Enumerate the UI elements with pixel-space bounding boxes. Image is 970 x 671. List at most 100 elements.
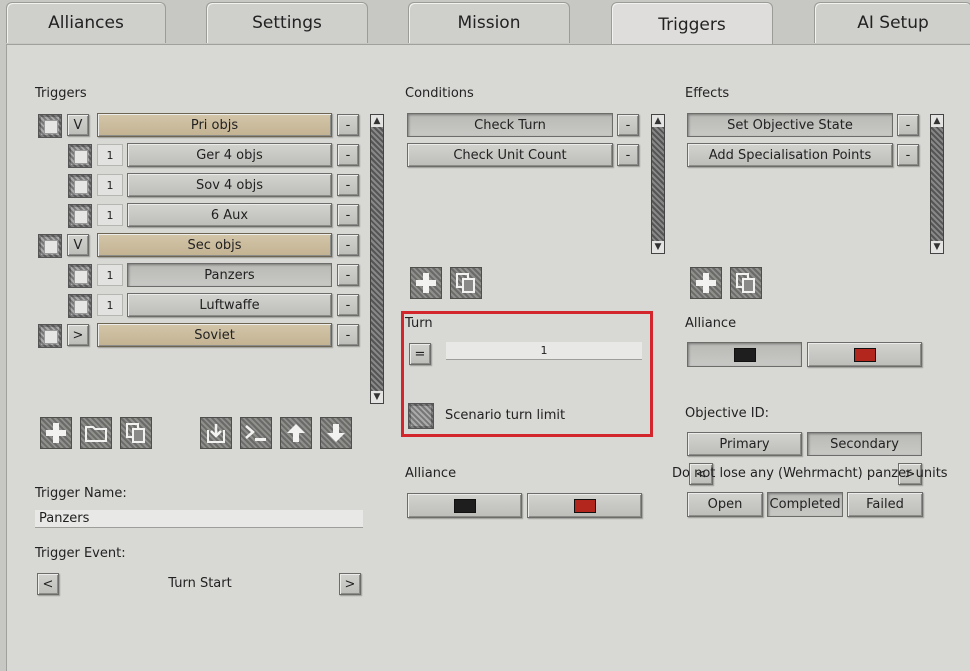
trigger-row[interactable]: Luftwaffe <box>127 293 332 317</box>
copy-trigger-button[interactable] <box>120 417 152 449</box>
trigger-row-label: Luftwaffe <box>199 297 260 313</box>
alliance-swatch <box>453 498 476 513</box>
condition-remove-label: - <box>625 147 631 163</box>
effect-item[interactable]: Add Specialisation Points <box>687 143 893 167</box>
move-down-button[interactable] <box>320 417 352 449</box>
trigger-name-field[interactable]: Panzers <box>35 510 363 528</box>
trigger-checkbox[interactable] <box>68 144 92 168</box>
triggers-scrollbar[interactable]: ▲ ▼ <box>370 114 384 404</box>
trigger-expand-toggle[interactable]: V <box>67 114 89 136</box>
conditions-scrollbar[interactable]: ▲ ▼ <box>651 114 665 254</box>
trigger-remove-button[interactable]: - <box>337 264 359 286</box>
state-completed-button[interactable]: Completed <box>767 492 843 517</box>
trigger-remove-button[interactable]: - <box>337 234 359 256</box>
trigger-row[interactable]: Soviet <box>97 323 332 347</box>
effect-item-label: Add Specialisation Points <box>708 147 872 163</box>
trigger-row-selected[interactable]: Panzers <box>127 263 332 287</box>
trigger-order-value: 1 <box>106 268 114 282</box>
scroll-up-icon[interactable]: ▲ <box>931 115 943 127</box>
plus-icon <box>696 273 716 293</box>
state-open-label: Open <box>707 497 743 512</box>
effect-item-label: Set Objective State <box>727 117 853 133</box>
effect-remove-button[interactable]: - <box>897 114 919 136</box>
highlight-box <box>401 311 653 437</box>
import-trigger-button[interactable] <box>200 417 232 449</box>
trigger-remove-button[interactable]: - <box>337 294 359 316</box>
trigger-checkbox[interactable] <box>38 234 62 258</box>
trigger-row-label: Soviet <box>194 327 235 343</box>
trigger-order-number: 1 <box>97 144 123 166</box>
trigger-checkbox[interactable] <box>68 294 92 318</box>
trigger-expand-toggle[interactable]: V <box>67 234 89 256</box>
scroll-down-icon[interactable]: ▼ <box>371 391 383 403</box>
trigger-expand-toggle[interactable]: > <box>67 324 89 346</box>
add-effect-button[interactable] <box>690 267 722 299</box>
trigger-checkbox[interactable] <box>68 174 92 198</box>
tab-alliances[interactable]: Alliances <box>6 2 166 43</box>
copy-icon <box>736 273 755 293</box>
trigger-checkbox[interactable] <box>38 114 62 138</box>
condition-item[interactable]: Check Unit Count <box>407 143 613 167</box>
condition-remove-button[interactable]: - <box>617 114 639 136</box>
trigger-row[interactable]: Ger 4 objs <box>127 143 332 167</box>
effects-header: Effects <box>685 86 730 101</box>
add-trigger-button[interactable] <box>40 417 72 449</box>
event-next-button[interactable]: > <box>339 573 361 595</box>
arrow-down-icon <box>327 424 345 442</box>
trigger-row[interactable]: Sec objs <box>97 233 332 257</box>
trigger-row[interactable]: 6 Aux <box>127 203 332 227</box>
effect-alliance-button-red[interactable] <box>807 342 922 367</box>
state-open-button[interactable]: Open <box>687 492 763 517</box>
folder-icon <box>85 426 107 442</box>
add-condition-button[interactable] <box>410 267 442 299</box>
trigger-row[interactable]: Pri objs <box>97 113 332 137</box>
trigger-remove-label: - <box>345 267 351 283</box>
state-completed-label: Completed <box>769 497 841 512</box>
condition-item-selected[interactable]: Check Turn <box>407 113 613 137</box>
alliance-button-black[interactable] <box>407 493 522 518</box>
add-folder-button[interactable] <box>80 417 112 449</box>
condition-remove-button[interactable]: - <box>617 144 639 166</box>
trigger-expand-label: V <box>73 237 83 253</box>
scroll-down-icon[interactable]: ▼ <box>931 241 943 253</box>
trigger-remove-label: - <box>345 177 351 193</box>
event-prev-button[interactable]: < <box>37 573 59 595</box>
effect-remove-button[interactable]: - <box>897 144 919 166</box>
condition-item-label: Check Turn <box>474 117 546 133</box>
effect-item-selected[interactable]: Set Objective State <box>687 113 893 137</box>
scroll-up-icon[interactable]: ▲ <box>371 115 383 127</box>
scroll-up-icon[interactable]: ▲ <box>652 115 664 127</box>
copy-effect-button[interactable] <box>730 267 762 299</box>
tab-mission-label: Mission <box>457 13 521 33</box>
tab-settings[interactable]: Settings <box>206 2 368 43</box>
scroll-down-icon[interactable]: ▼ <box>652 241 664 253</box>
trigger-order-value: 1 <box>106 298 114 312</box>
trigger-remove-button[interactable]: - <box>337 324 359 346</box>
trigger-remove-button[interactable]: - <box>337 144 359 166</box>
tab-ai-setup[interactable]: AI Setup <box>814 2 970 43</box>
copy-condition-button[interactable] <box>450 267 482 299</box>
trigger-row[interactable]: Sov 4 objs <box>127 173 332 197</box>
objective-primary-button[interactable]: Primary <box>687 432 802 456</box>
tab-triggers[interactable]: Triggers <box>611 2 773 47</box>
script-console-button[interactable] <box>240 417 272 449</box>
trigger-checkbox[interactable] <box>68 204 92 228</box>
trigger-remove-button[interactable]: - <box>337 114 359 136</box>
effects-scrollbar[interactable]: ▲ ▼ <box>930 114 944 254</box>
objective-description: Do not lose any (Wehrmacht) panzer units <box>672 466 948 481</box>
move-up-button[interactable] <box>280 417 312 449</box>
state-failed-button[interactable]: Failed <box>847 492 923 517</box>
conditions-header: Conditions <box>405 86 474 101</box>
alliance-swatch <box>733 347 756 362</box>
trigger-checkbox[interactable] <box>68 264 92 288</box>
trigger-order-value: 1 <box>106 178 114 192</box>
trigger-row-label: 6 Aux <box>210 207 249 223</box>
trigger-checkbox[interactable] <box>38 324 62 348</box>
alliance-swatch <box>853 347 876 362</box>
effect-alliance-button-black[interactable] <box>687 342 802 367</box>
trigger-remove-button[interactable]: - <box>337 204 359 226</box>
tab-mission[interactable]: Mission <box>408 2 570 43</box>
trigger-remove-button[interactable]: - <box>337 174 359 196</box>
objective-secondary-button[interactable]: Secondary <box>807 432 922 456</box>
alliance-button-red[interactable] <box>527 493 642 518</box>
